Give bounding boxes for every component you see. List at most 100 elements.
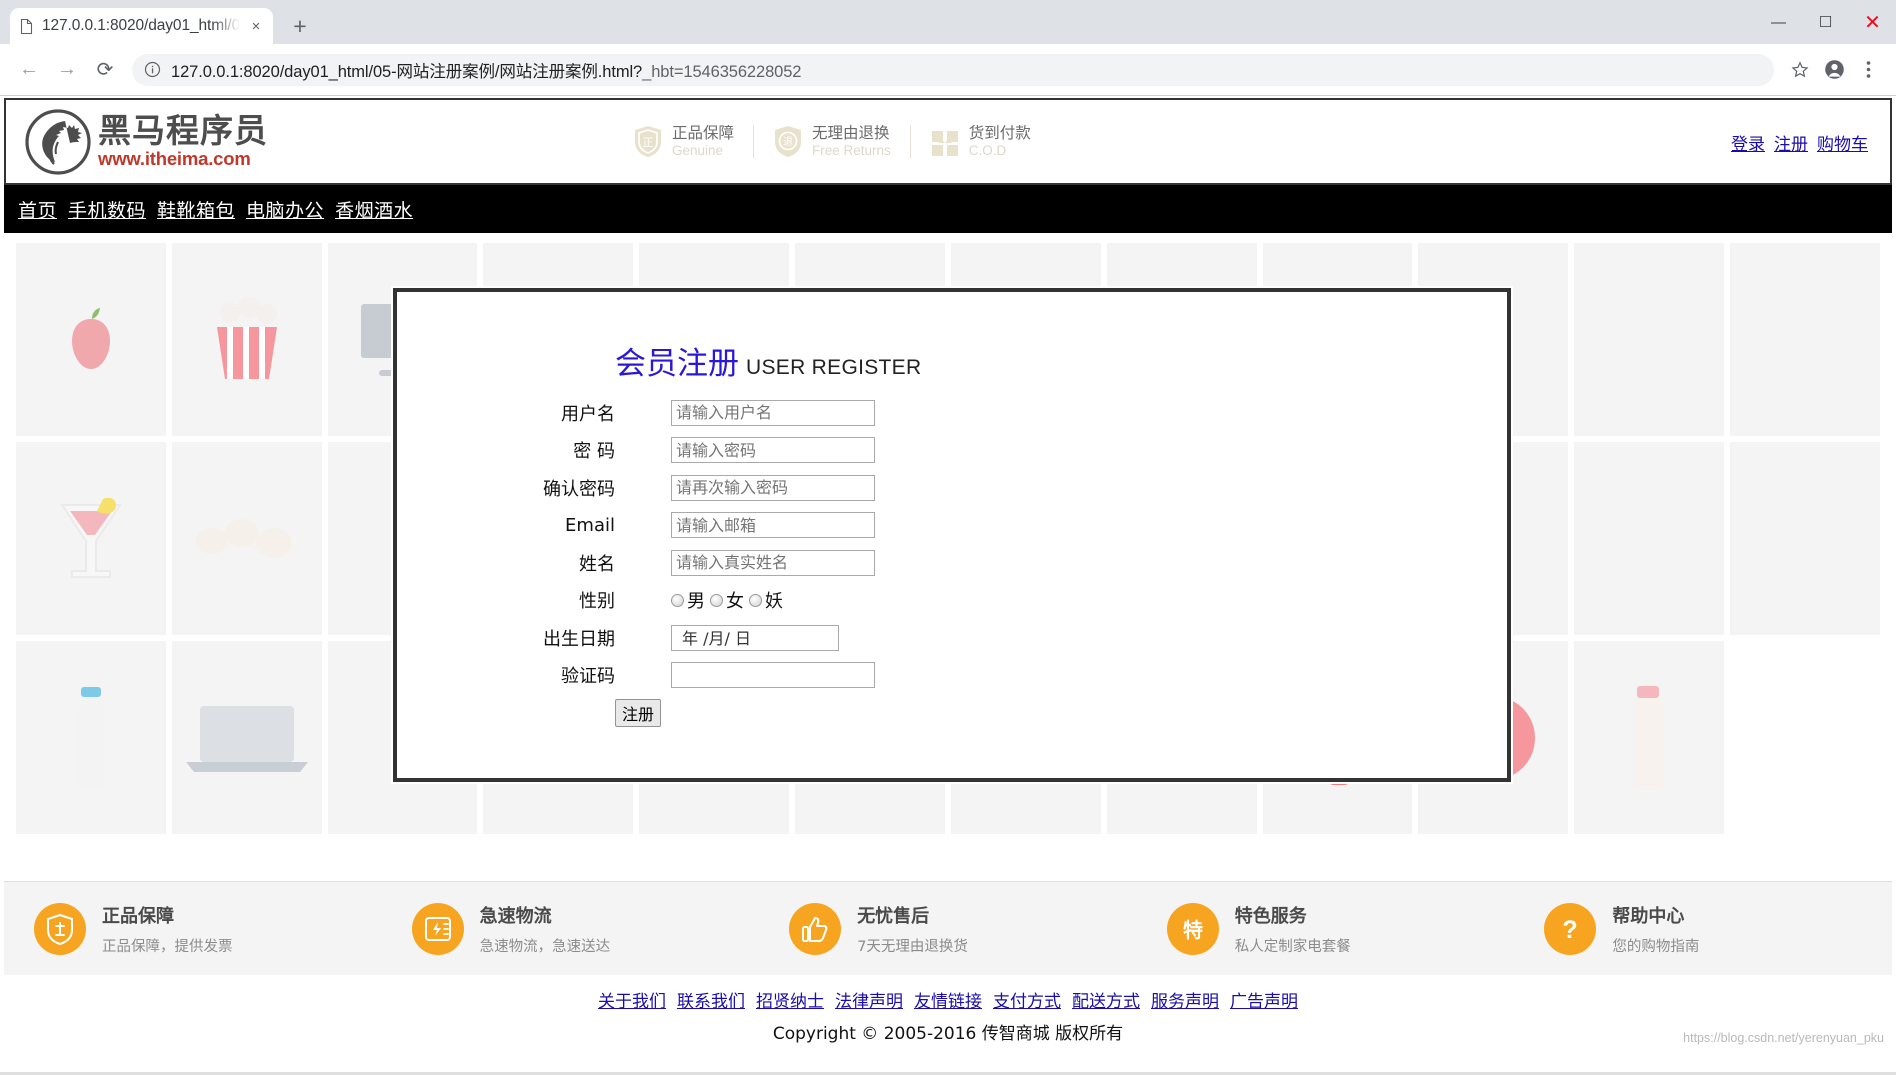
window-controls: — ☐ ✕ xyxy=(1755,0,1896,44)
register-link[interactable]: 注册 xyxy=(1774,130,1808,155)
brand-website-url: www.itheima.com xyxy=(98,148,251,170)
form-row-submit: 注册 xyxy=(397,696,1507,729)
shield-tui-icon: 退 xyxy=(773,125,803,158)
nav-item-home[interactable]: 首页 xyxy=(18,196,57,223)
document-icon xyxy=(18,18,35,35)
shield-zheng-icon xyxy=(34,902,86,955)
footer-link-legal[interactable]: 法律声明 xyxy=(835,987,903,1012)
svg-text:退: 退 xyxy=(783,136,793,148)
maximize-button[interactable]: ☐ xyxy=(1802,0,1849,44)
service-text: 急速物流 急速物流，急速送达 xyxy=(480,902,611,956)
footer-link-about-us[interactable]: 关于我们 xyxy=(598,987,666,1012)
cart-link[interactable]: 购物车 xyxy=(1817,130,1868,155)
main-navigation: 首页 手机数码 鞋靴箱包 电脑办公 香烟酒水 xyxy=(4,185,1892,233)
form-row-gender: 性别 男 女 妖 xyxy=(397,584,1507,617)
captcha-input[interactable] xyxy=(671,662,875,688)
nav-item-computer-office[interactable]: 电脑办公 xyxy=(246,196,324,223)
nav-item-mobile-digital[interactable]: 手机数码 xyxy=(68,196,146,223)
radio-icon[interactable] xyxy=(749,593,762,607)
label-email: Email xyxy=(565,514,615,536)
footer-link-partners[interactable]: 友情链接 xyxy=(914,987,982,1012)
product-placeholder xyxy=(16,243,166,436)
service-fast-logistics: 急速物流 急速物流，急速送达 xyxy=(382,902,760,956)
radio-icon[interactable] xyxy=(671,593,684,607)
register-title: 会员注册 USER REGISTER xyxy=(615,338,1507,383)
product-placeholder xyxy=(1574,243,1725,436)
lightning-box-icon xyxy=(411,902,464,955)
gender-option-male[interactable]: 男 xyxy=(671,587,705,613)
tab-close-icon[interactable]: × xyxy=(247,17,265,35)
service-after-sales: 无忧售后 7天无理由退换货 xyxy=(759,902,1137,956)
password-input[interactable] xyxy=(671,437,875,463)
browser-tab[interactable]: 127.0.0.1:8020/day01_html/05 × xyxy=(10,8,273,44)
service-title: 无忧售后 xyxy=(857,905,930,927)
address-bar[interactable]: 127.0.0.1:8020/day01_html/05-网站注册案例/网站注册… xyxy=(132,53,1774,86)
badge-cod: 货到付款 C.O.D xyxy=(911,124,1050,158)
radio-icon[interactable] xyxy=(710,593,723,607)
tab-strip: 127.0.0.1:8020/day01_html/05 × + — ☐ ✕ xyxy=(0,0,1896,44)
forward-icon[interactable]: → xyxy=(50,53,84,87)
label-birthday: 出生日期 xyxy=(543,628,615,650)
star-icon[interactable] xyxy=(1784,54,1816,86)
username-input[interactable] xyxy=(671,399,875,426)
nav-item-shoes-bags[interactable]: 鞋靴箱包 xyxy=(157,196,235,223)
form-row-username: 用户名 xyxy=(397,396,1507,429)
product-placeholder xyxy=(1574,641,1725,834)
product-placeholder xyxy=(16,641,166,834)
product-placeholder xyxy=(1574,442,1725,635)
badge-free-returns: 退 无理由退换 Free Returns xyxy=(754,124,911,159)
product-placeholder xyxy=(1730,442,1880,635)
watermark-text: https://blog.csdn.net/yerenyuan_pku xyxy=(1683,1031,1884,1045)
site-logo[interactable]: 黑马程序员 www.itheima.com xyxy=(6,108,268,176)
copyright-text: Copyright © 2005-2016 传智商城 版权所有 xyxy=(772,1024,1124,1044)
form-row-confirm-password: 确认密码 xyxy=(397,471,1507,504)
service-title: 急速物流 xyxy=(479,905,552,927)
gender-option-other[interactable]: 妖 xyxy=(749,587,783,613)
footer-link-contact-us[interactable]: 联系我们 xyxy=(677,987,745,1012)
confirm-password-input[interactable] xyxy=(671,474,875,501)
register-form: 用户名 密 码 确认密码 Email xyxy=(397,396,1507,729)
site-footer: 关于我们 联系我们 招贤纳士 法律声明 友情链接 支付方式 配送方式 服务声明 … xyxy=(4,975,1892,1044)
label-confirm-password: 确认密码 xyxy=(543,478,615,500)
footer-link-payment[interactable]: 支付方式 xyxy=(993,987,1061,1012)
form-row-captcha: 验证码 xyxy=(397,659,1507,692)
logo-text: 黑马程序员 www.itheima.com xyxy=(98,114,268,169)
label-gender: 性别 xyxy=(579,591,615,612)
service-subtitle: 7天无理由退换货 xyxy=(857,938,968,955)
close-window-button[interactable]: ✕ xyxy=(1849,0,1896,44)
header-account-links: 登录 注册 购物车 xyxy=(1731,130,1868,155)
product-placeholder xyxy=(171,641,322,834)
register-submit-button[interactable]: 注册 xyxy=(615,698,661,727)
kebab-menu-icon[interactable] xyxy=(1852,54,1884,86)
email-input[interactable] xyxy=(671,512,875,538)
realname-input[interactable] xyxy=(671,549,875,576)
gender-option-label: 女 xyxy=(726,591,744,612)
footer-link-delivery[interactable]: 配送方式 xyxy=(1072,987,1140,1012)
label-realname: 姓名 xyxy=(579,553,615,575)
product-placeholder xyxy=(171,243,322,436)
footer-link-advertising[interactable]: 广告声明 xyxy=(1230,987,1298,1012)
reload-icon[interactable]: ⟳ xyxy=(88,53,122,87)
service-title: 帮助中心 xyxy=(1612,905,1685,927)
footer-link-service[interactable]: 服务声明 xyxy=(1151,987,1219,1012)
url-query: _hbt=1546356228052 xyxy=(642,62,802,81)
back-icon[interactable]: ← xyxy=(12,53,46,87)
form-row-birthday: 出生日期 年 /月/ 日 xyxy=(397,621,1507,654)
horse-head-logo-icon xyxy=(24,108,92,176)
gender-option-female[interactable]: 女 xyxy=(710,587,744,613)
form-row-password: 密 码 xyxy=(397,434,1507,467)
tab-title: 127.0.0.1:8020/day01_html/05 xyxy=(42,17,240,34)
service-subtitle: 正品保障，提供发票 xyxy=(102,938,233,955)
login-link[interactable]: 登录 xyxy=(1731,130,1765,155)
product-placeholder xyxy=(1730,243,1880,436)
service-text: 正品保障 正品保障，提供发票 xyxy=(102,902,233,956)
footer-link-careers[interactable]: 招贤纳士 xyxy=(756,987,824,1012)
info-circle-icon[interactable] xyxy=(144,61,161,78)
service-subtitle: 您的购物指南 xyxy=(1612,938,1700,955)
minimize-button[interactable]: — xyxy=(1755,0,1802,44)
birthday-date-input[interactable]: 年 /月/ 日 xyxy=(671,624,839,651)
nav-item-tobacco-alcohol[interactable]: 香烟酒水 xyxy=(335,196,413,223)
new-tab-button[interactable]: + xyxy=(285,11,315,41)
browser-toolbar: ← → ⟳ 127.0.0.1:8020/day01_html/05-网站注册案… xyxy=(0,44,1896,96)
profile-icon[interactable] xyxy=(1818,54,1850,86)
